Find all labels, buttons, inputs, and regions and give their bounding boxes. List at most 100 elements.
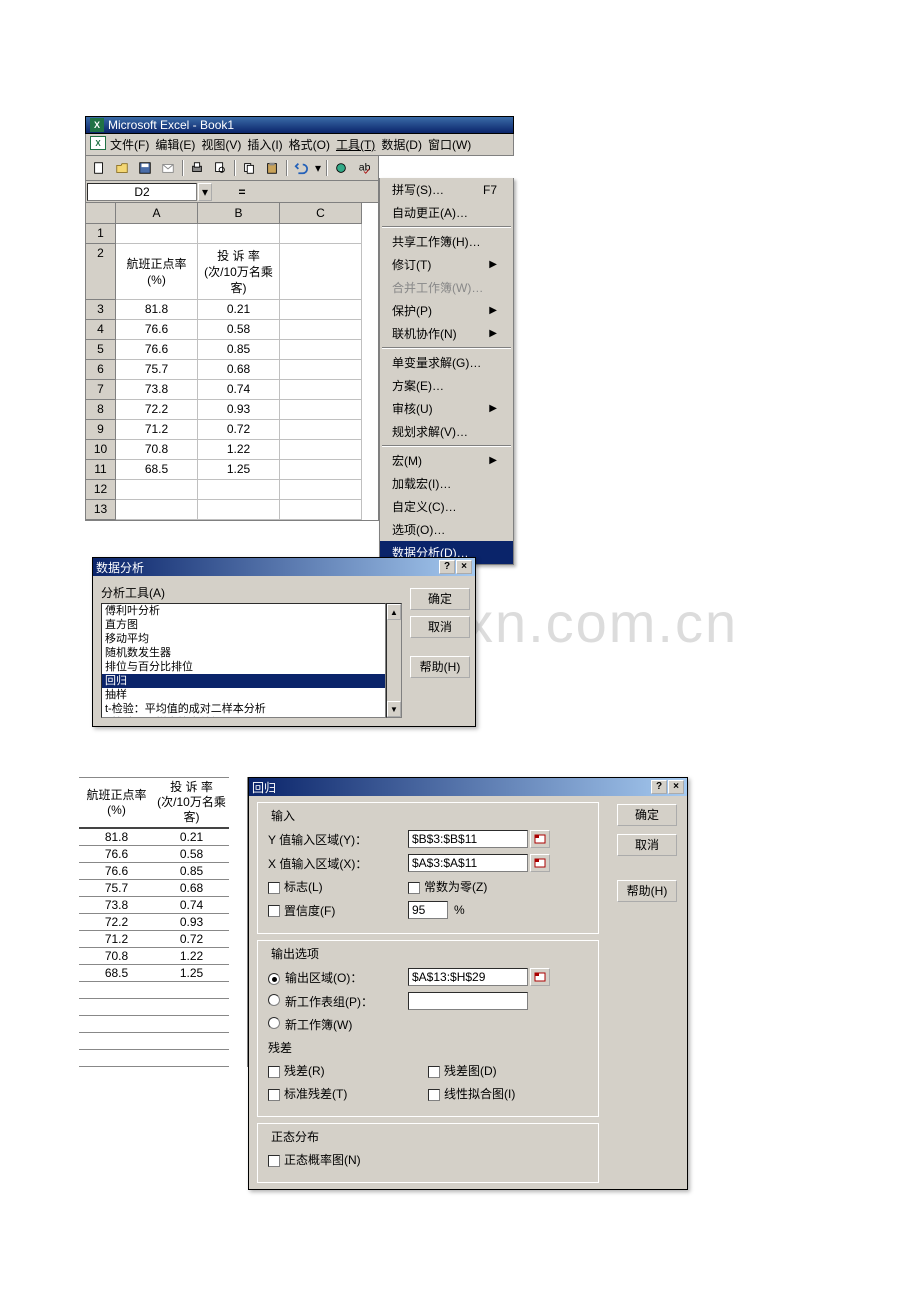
cell[interactable]: 1.22 bbox=[198, 440, 280, 460]
cell[interactable] bbox=[280, 420, 362, 440]
list-item[interactable]: 直方图 bbox=[102, 618, 385, 632]
cell[interactable] bbox=[280, 460, 362, 480]
undo-dropdown-icon[interactable]: ▾ bbox=[313, 158, 323, 178]
cell[interactable] bbox=[198, 224, 280, 244]
confidence-input[interactable] bbox=[408, 901, 448, 919]
table-cell[interactable]: 0.21 bbox=[154, 828, 229, 846]
list-item[interactable]: 抽样 bbox=[102, 688, 385, 702]
table-cell[interactable] bbox=[154, 1050, 229, 1067]
labels-checkbox[interactable] bbox=[268, 882, 280, 894]
cell[interactable]: 75.7 bbox=[116, 360, 198, 380]
menu-format[interactable]: 格式(O) bbox=[289, 136, 330, 153]
row-head[interactable]: 10 bbox=[86, 440, 116, 460]
table-cell[interactable] bbox=[79, 982, 154, 999]
table-cell[interactable] bbox=[79, 999, 154, 1016]
output-area-radio[interactable] bbox=[268, 973, 280, 985]
cell[interactable]: 68.5 bbox=[116, 460, 198, 480]
menu-goal-seek[interactable]: 单变量求解(G)… bbox=[380, 351, 513, 374]
col-head[interactable]: B bbox=[198, 203, 280, 224]
cell[interactable] bbox=[280, 480, 362, 500]
cell[interactable] bbox=[280, 320, 362, 340]
menu-file[interactable]: 文件(F) bbox=[110, 136, 149, 153]
cell[interactable]: 73.8 bbox=[116, 380, 198, 400]
menu-protection[interactable]: 保护(P)▶ bbox=[380, 299, 513, 322]
cell[interactable]: 76.6 bbox=[116, 320, 198, 340]
open-icon[interactable] bbox=[111, 158, 133, 178]
menu-share-workbook[interactable]: 共享工作簿(H)… bbox=[380, 230, 513, 253]
name-box[interactable]: D2 bbox=[87, 183, 197, 201]
cell[interactable]: 1.25 bbox=[198, 460, 280, 480]
paste-icon[interactable] bbox=[261, 158, 283, 178]
table-cell[interactable]: 70.8 bbox=[79, 948, 154, 965]
output-area-input[interactable] bbox=[408, 968, 528, 986]
cell[interactable] bbox=[280, 500, 362, 520]
cell[interactable]: 航班正点率 (%) bbox=[116, 244, 198, 300]
cell[interactable] bbox=[116, 500, 198, 520]
table-cell[interactable]: 81.8 bbox=[79, 828, 154, 846]
spell-icon[interactable]: ab bbox=[353, 158, 375, 178]
list-item-regression[interactable]: 回归 bbox=[102, 674, 385, 688]
scrollbar[interactable]: ▲ ▼ bbox=[386, 603, 402, 718]
menu-insert[interactable]: 插入(I) bbox=[247, 136, 282, 153]
cancel-button[interactable]: 取消 bbox=[617, 834, 677, 856]
row-head[interactable]: 2 bbox=[86, 244, 116, 300]
line-fit-checkbox[interactable] bbox=[428, 1089, 440, 1101]
row-head[interactable]: 1 bbox=[86, 224, 116, 244]
cell[interactable]: 76.6 bbox=[116, 340, 198, 360]
row-head[interactable]: 9 bbox=[86, 420, 116, 440]
table-cell[interactable]: 76.6 bbox=[79, 846, 154, 863]
menu-edit[interactable]: 编辑(E) bbox=[155, 136, 195, 153]
new-worksheet-radio[interactable] bbox=[268, 994, 280, 1006]
list-item[interactable]: t-检验：双样本等方差假设 bbox=[102, 716, 385, 718]
table-cell[interactable] bbox=[154, 1016, 229, 1033]
ref-picker-icon[interactable] bbox=[530, 968, 550, 986]
table-cell[interactable] bbox=[154, 982, 229, 999]
menu-spelling[interactable]: 拼写(S)…F7 bbox=[380, 178, 513, 201]
help-button[interactable]: ? bbox=[651, 780, 667, 794]
menu-online-collab[interactable]: 联机协作(N)▶ bbox=[380, 322, 513, 345]
mail-icon[interactable] bbox=[157, 158, 179, 178]
std-residuals-checkbox[interactable] bbox=[268, 1089, 280, 1101]
cell[interactable] bbox=[280, 360, 362, 380]
row-head[interactable]: 13 bbox=[86, 500, 116, 520]
list-item[interactable]: 排位与百分比排位 bbox=[102, 660, 385, 674]
close-icon[interactable]: × bbox=[456, 560, 472, 574]
copy-icon[interactable] bbox=[238, 158, 260, 178]
row-head[interactable]: 3 bbox=[86, 300, 116, 320]
help-button[interactable]: 帮助(H) bbox=[617, 880, 677, 902]
menu-auditing[interactable]: 审核(U)▶ bbox=[380, 397, 513, 420]
table-cell[interactable]: 0.93 bbox=[154, 914, 229, 931]
menu-autocorrect[interactable]: 自动更正(A)… bbox=[380, 201, 513, 224]
col-head[interactable]: A bbox=[116, 203, 198, 224]
confidence-checkbox[interactable] bbox=[268, 905, 280, 917]
menu-view[interactable]: 视图(V) bbox=[201, 136, 241, 153]
menu-customize[interactable]: 自定义(C)… bbox=[380, 495, 513, 518]
table-cell[interactable]: 0.74 bbox=[154, 897, 229, 914]
list-item[interactable]: t-检验：平均值的成对二样本分析 bbox=[102, 702, 385, 716]
cancel-button[interactable]: 取消 bbox=[410, 616, 470, 638]
row-head[interactable]: 4 bbox=[86, 320, 116, 340]
cell[interactable]: 0.72 bbox=[198, 420, 280, 440]
preview-icon[interactable] bbox=[209, 158, 231, 178]
cell[interactable]: 70.8 bbox=[116, 440, 198, 460]
const-zero-checkbox[interactable] bbox=[408, 882, 420, 894]
y-range-input[interactable] bbox=[408, 830, 528, 848]
cell[interactable] bbox=[198, 500, 280, 520]
cell[interactable]: 0.58 bbox=[198, 320, 280, 340]
table-cell[interactable]: 75.7 bbox=[79, 880, 154, 897]
cell[interactable] bbox=[280, 400, 362, 420]
close-icon[interactable]: × bbox=[668, 780, 684, 794]
table-cell[interactable] bbox=[154, 999, 229, 1016]
table-cell[interactable]: 71.2 bbox=[79, 931, 154, 948]
new-workbook-radio[interactable] bbox=[268, 1017, 280, 1029]
menu-addins[interactable]: 加载宏(I)… bbox=[380, 472, 513, 495]
list-item[interactable]: 随机数发生器 bbox=[102, 646, 385, 660]
cell[interactable]: 71.2 bbox=[116, 420, 198, 440]
ok-button[interactable]: 确定 bbox=[410, 588, 470, 610]
ok-button[interactable]: 确定 bbox=[617, 804, 677, 826]
new-worksheet-input[interactable] bbox=[408, 992, 528, 1010]
cell[interactable] bbox=[198, 480, 280, 500]
select-all[interactable] bbox=[86, 203, 116, 224]
menu-tools[interactable]: 工具(T) bbox=[336, 136, 375, 153]
x-range-input[interactable] bbox=[408, 854, 528, 872]
